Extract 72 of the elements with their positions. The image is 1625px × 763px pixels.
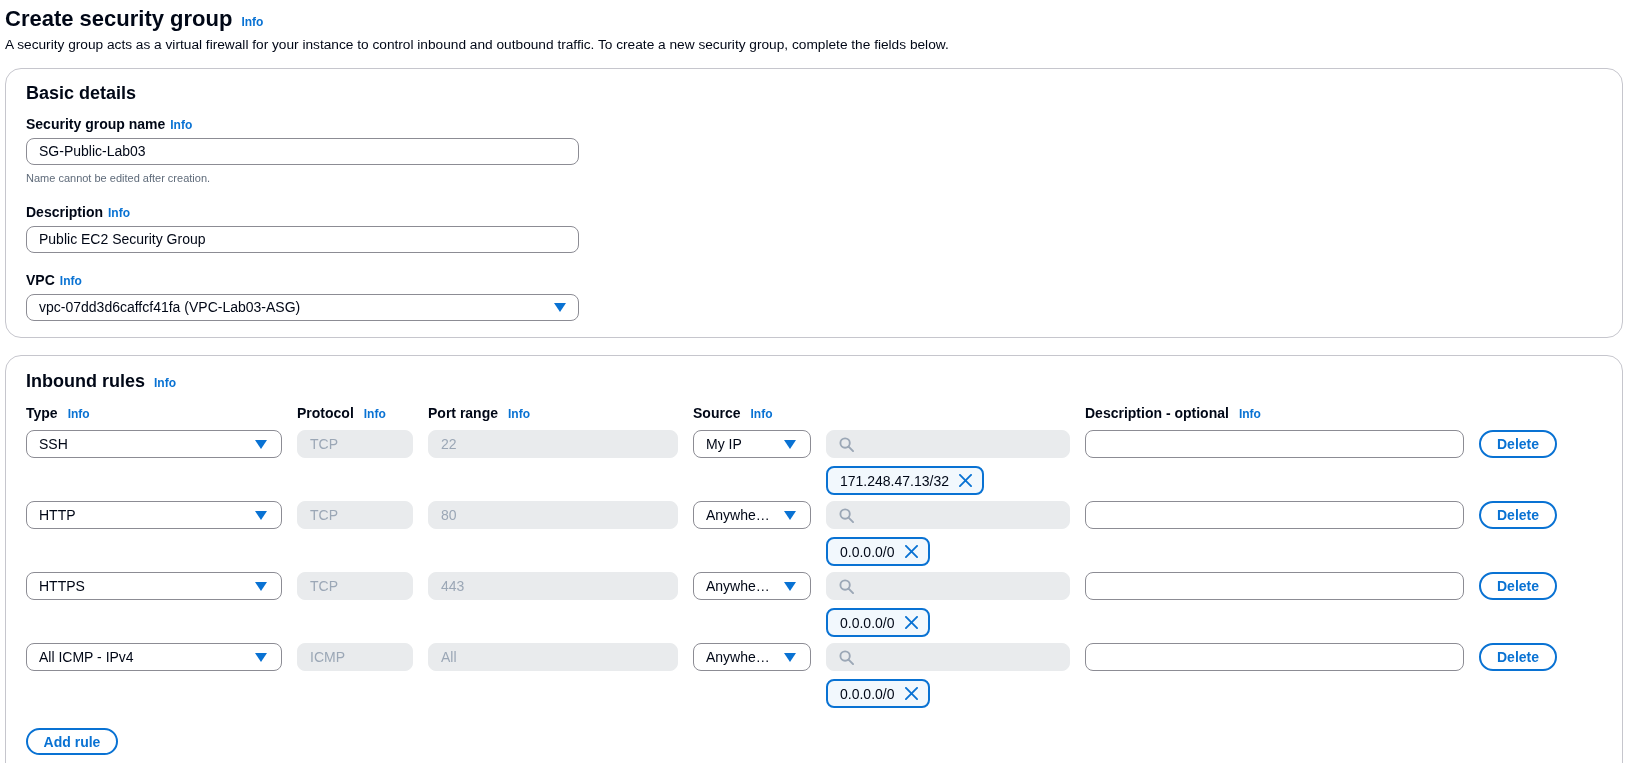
delete-button[interactable]: Delete <box>1479 643 1557 671</box>
description-input[interactable] <box>1085 572 1464 600</box>
column-header: Type <box>26 405 58 421</box>
delete-button[interactable]: Delete <box>1479 501 1557 529</box>
port-range-field: 80 <box>428 501 678 529</box>
port-range-field: 22 <box>428 430 678 458</box>
caret-icon <box>554 303 566 312</box>
caret-icon <box>784 581 796 591</box>
field-hint: Name cannot be edited after creation. <box>26 171 212 185</box>
delete-button[interactable]: Delete <box>1479 572 1557 600</box>
type-select[interactable]: HTTPS <box>26 572 282 600</box>
select-field[interactable]: vpc-07dd3d6caffcf41fa (VPC-Lab03-ASG) <box>26 294 579 321</box>
token-label: 171.248.47.13/32 <box>840 471 949 490</box>
info-link[interactable]: Info <box>750 407 773 421</box>
source-select[interactable]: My IP <box>693 430 811 458</box>
add-rule-button[interactable]: Add rule <box>26 728 118 755</box>
type-select[interactable]: HTTP <box>26 501 282 529</box>
close-icon[interactable] <box>904 616 918 629</box>
type-select[interactable]: SSH <box>26 430 282 458</box>
protocol-field: TCP <box>297 430 413 458</box>
info-link[interactable]: Info <box>508 407 530 421</box>
info-link[interactable]: Info <box>363 407 386 421</box>
search-icon <box>839 507 854 523</box>
caret-icon <box>784 652 796 662</box>
close-icon[interactable] <box>904 545 918 558</box>
info-link[interactable]: Info <box>59 274 82 288</box>
type-select[interactable]: All ICMP - IPv4 <box>26 643 282 671</box>
field-label: Security group name <box>26 116 166 132</box>
caret-icon <box>255 652 267 662</box>
search-icon <box>839 436 854 452</box>
close-icon[interactable] <box>904 687 918 700</box>
search-icon <box>839 649 854 665</box>
info-link[interactable]: Info <box>1238 407 1261 421</box>
column-header: Port range <box>428 405 498 421</box>
caret-icon <box>255 510 267 520</box>
section-heading: Inbound rules <box>26 370 145 393</box>
page-title: Create security group <box>5 5 233 33</box>
column-header: Protocol <box>297 405 354 421</box>
text-input[interactable]: Public EC2 Security Group <box>26 226 579 253</box>
info-link[interactable]: Info <box>67 407 90 421</box>
caret-icon <box>784 510 796 520</box>
page-description: A security group acts as a virtual firewall for your instance to control inbound and outbound traffic. To create a new security group, complete the fields below. <box>5 36 950 54</box>
field-label: Description <box>26 204 103 220</box>
caret-icon <box>255 581 267 591</box>
info-link[interactable]: Info <box>170 118 193 132</box>
caret-icon <box>255 439 267 449</box>
search-icon <box>839 578 854 594</box>
source-select[interactable]: Anywhe… <box>693 501 811 529</box>
info-link[interactable]: Info <box>241 15 264 29</box>
source-select[interactable]: Anywhe… <box>693 572 811 600</box>
caret-icon <box>784 439 796 449</box>
column-header: Source <box>693 405 741 421</box>
close-icon[interactable] <box>959 474 972 487</box>
section-heading: Basic details <box>26 82 138 105</box>
protocol-field: TCP <box>297 572 413 600</box>
token-label: 0.0.0.0/0 <box>840 684 895 703</box>
info-link[interactable]: Info <box>108 206 130 220</box>
token-label: 0.0.0.0/0 <box>840 542 895 561</box>
protocol-field: TCP <box>297 501 413 529</box>
description-input[interactable] <box>1085 501 1464 529</box>
field-label: VPC <box>26 272 55 288</box>
column-header: Description - optional <box>1085 405 1229 421</box>
delete-button[interactable]: Delete <box>1479 430 1557 458</box>
token-label: 0.0.0.0/0 <box>840 613 895 632</box>
info-link[interactable]: Info <box>154 376 176 390</box>
text-input[interactable]: SG-Public-Lab03 <box>26 138 579 165</box>
protocol-field: ICMP <box>297 643 413 671</box>
port-range-field: 443 <box>428 572 678 600</box>
description-input[interactable] <box>1085 643 1464 671</box>
source-select[interactable]: Anywhe… <box>693 643 811 671</box>
description-input[interactable] <box>1085 430 1464 458</box>
port-range-field: All <box>428 643 678 671</box>
